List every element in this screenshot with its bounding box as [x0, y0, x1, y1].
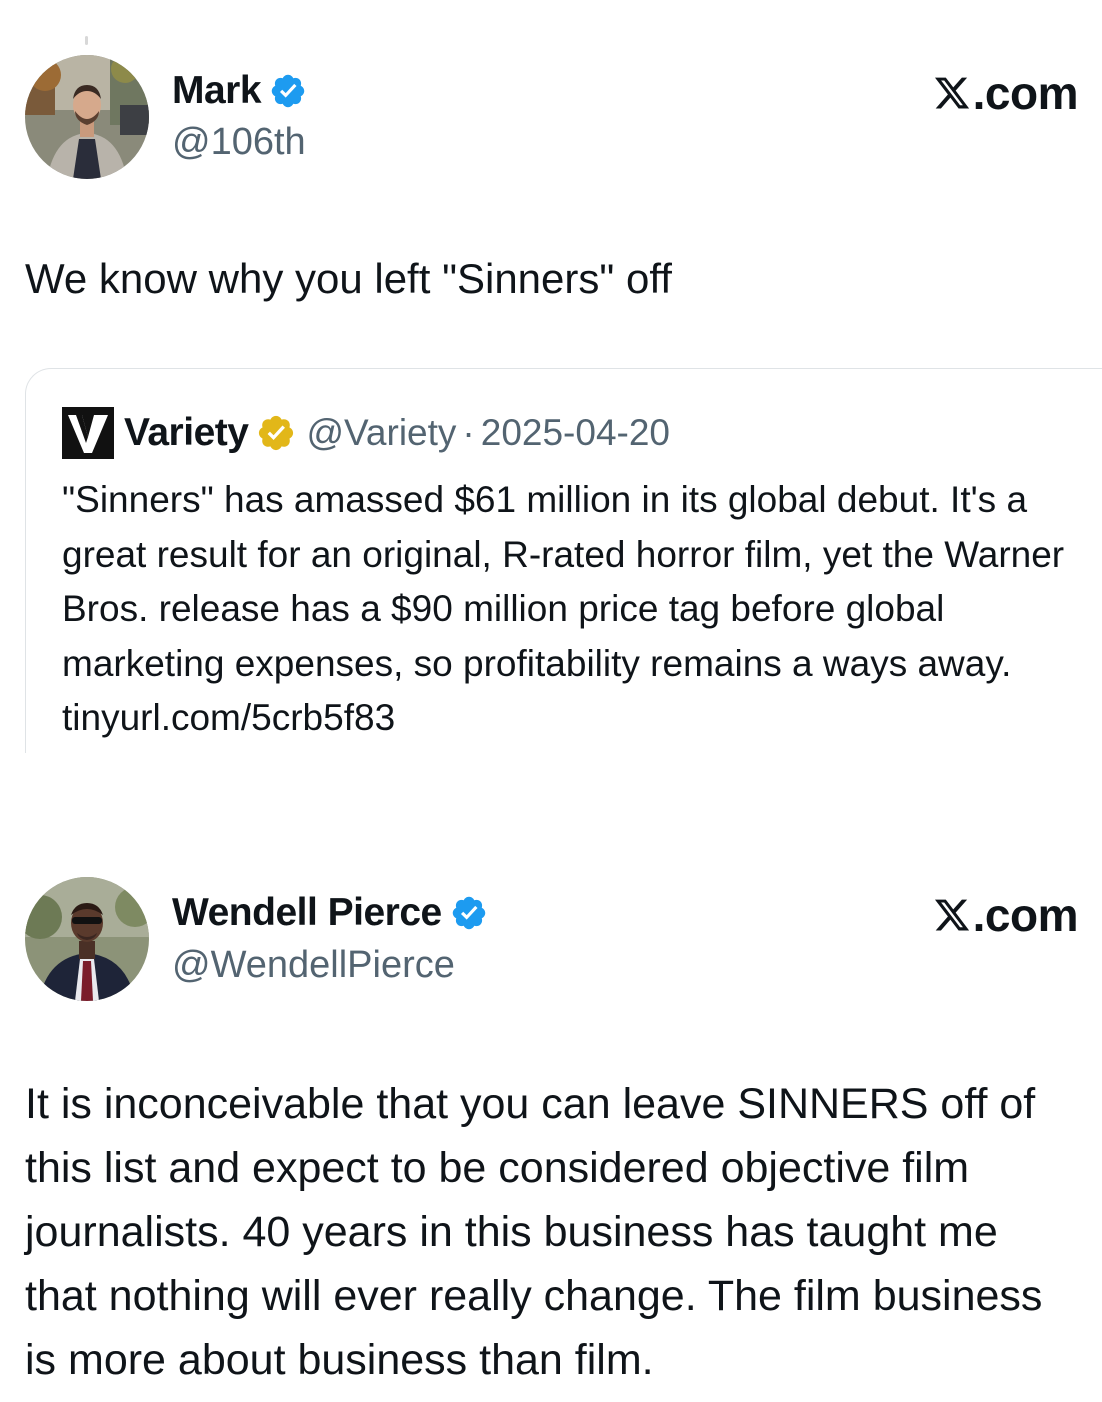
- tweet-mark: Mark @106th .com We know why you left "S…: [0, 0, 1102, 780]
- verified-badge-icon: [452, 896, 485, 930]
- avatar-mark-image: [25, 55, 149, 179]
- author-name[interactable]: Mark: [172, 69, 262, 113]
- quoted-tweet-card[interactable]: Variety @Variety · 2025-04-20 "Sinners" …: [25, 368, 1102, 753]
- avatar-mark[interactable]: [25, 55, 149, 179]
- source-label: .com: [933, 888, 1079, 942]
- author-handle[interactable]: @106th: [172, 121, 306, 164]
- quoted-date[interactable]: 2025-04-20: [481, 412, 670, 454]
- quoted-tweet-text: "Sinners" has amassed $61 million in its…: [62, 479, 1065, 738]
- avatar-wendell-pierce-image: [25, 877, 149, 1001]
- author-handle[interactable]: @WendellPierce: [172, 944, 455, 987]
- author-name-row[interactable]: Mark: [172, 68, 307, 114]
- x-logo-icon: [934, 899, 969, 931]
- variety-v-logo-icon[interactable]: [62, 407, 114, 459]
- avatar-wendell-pierce[interactable]: [25, 877, 149, 1001]
- tweet-text: We know why you left "Sinners" off: [25, 255, 672, 302]
- tweet-text: It is inconceivable that you can leave S…: [25, 1080, 1043, 1384]
- quoted-separator: ·: [462, 412, 475, 453]
- x-logo-icon: [934, 77, 969, 109]
- author-name-row[interactable]: Wendell Pierce: [172, 890, 488, 936]
- source-label: .com: [933, 66, 1079, 120]
- source-label-text: .com: [972, 889, 1079, 941]
- gold-verified-badge-icon: [259, 415, 294, 451]
- author-name[interactable]: Wendell Pierce: [172, 891, 442, 935]
- source-label-text: .com: [972, 67, 1079, 119]
- quoted-author-name[interactable]: Variety: [124, 411, 249, 455]
- quoted-author-handle[interactable]: @Variety: [306, 412, 456, 454]
- tweet-wendell-pierce: Wendell Pierce @WendellPierce .com It is…: [0, 860, 1102, 1402]
- verified-badge-icon: [271, 74, 305, 108]
- quoted-tweet-header: Variety @Variety · 2025-04-20: [62, 407, 670, 459]
